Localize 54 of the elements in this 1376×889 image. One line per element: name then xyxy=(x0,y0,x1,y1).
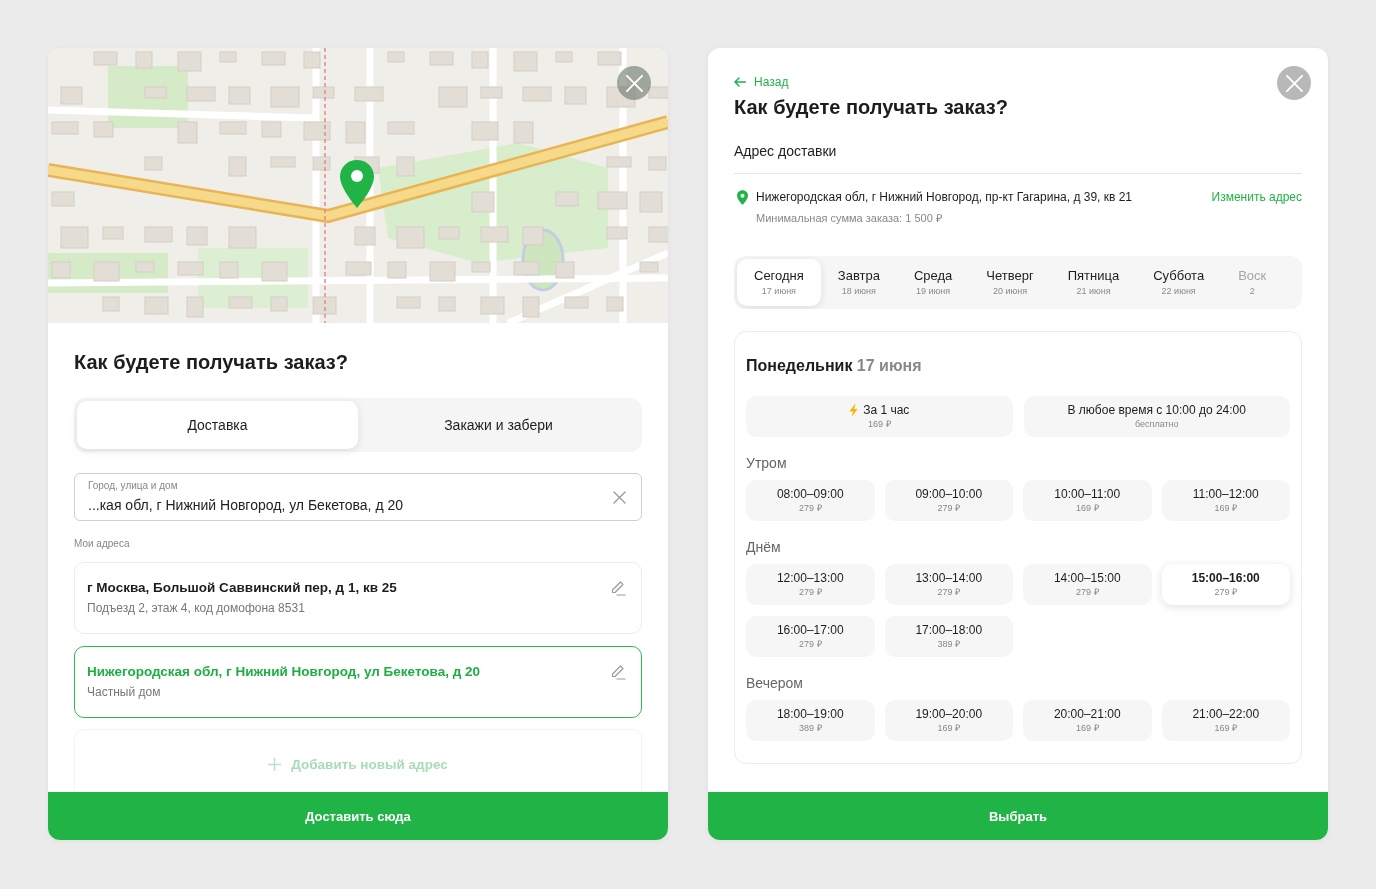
day-tab[interactable]: Сегодня 17 июня xyxy=(737,259,821,306)
time-slot-button[interactable]: 08:00–09:00 279 ₽ xyxy=(746,480,875,521)
plus-icon xyxy=(268,758,282,771)
period-label: Днём xyxy=(746,539,782,555)
day-tab[interactable]: Завтра 18 июня xyxy=(820,259,897,306)
close-icon xyxy=(1285,74,1303,92)
left-arrow-icon xyxy=(734,77,746,87)
pencil-icon[interactable] xyxy=(610,664,626,680)
section-label: Мои адреса xyxy=(74,538,130,550)
day-tab[interactable]: Четверг 20 июня xyxy=(969,259,1051,306)
delivery-mode-tab[interactable]: Закажи и забери xyxy=(358,401,639,449)
map-pin-icon xyxy=(340,160,374,208)
time-slot-button[interactable]: 18:00–19:00 389 ₽ xyxy=(746,700,875,741)
delivery-address: Нижегородская обл, г Нижний Новгород, пр-кт Гагарина, д 39, кв 21 xyxy=(756,189,1134,206)
close-icon xyxy=(625,74,643,92)
address-field[interactable]: Город, улица и дом ...кая обл, г Нижний Новгород, ул Бекетова, д 20 xyxy=(74,473,642,521)
address-note: Частный дом xyxy=(87,684,161,700)
delivery-option-button[interactable]: За 1 час 169 ₽ xyxy=(746,396,1013,437)
clear-icon[interactable] xyxy=(613,490,626,504)
add-address-label: Добавить новый адрес xyxy=(291,756,448,774)
pencil-icon[interactable] xyxy=(610,580,626,596)
address-title: Нижегородская обл, г Нижний Новгород, ул Бекетова, д 20 xyxy=(87,663,481,681)
location-pin-icon xyxy=(737,189,748,205)
time-slot-button[interactable]: 13:00–14:00 279 ₽ xyxy=(884,564,1013,605)
lightning-icon xyxy=(849,403,859,417)
period-label: Утром xyxy=(746,455,788,471)
dialog-title: Как будете получать заказ? xyxy=(74,350,349,374)
time-slot-button[interactable]: 21:00–22:00 169 ₽ xyxy=(1161,700,1290,741)
address-card[interactable]: г Москва, Большой Саввинский пер, д 1, кв 25 Подъезд 2, этаж 4, код домофона 8531 xyxy=(74,562,642,634)
time-slot-button[interactable]: 09:00–10:00 279 ₽ xyxy=(884,480,1013,521)
address-card[interactable]: Нижегородская обл, г Нижний Новгород, ул Бекетова, д 20 Частный дом xyxy=(74,646,642,718)
time-slot-button[interactable]: 10:00–11:00 169 ₽ xyxy=(1023,480,1152,521)
min-order-note: Минимальная сумма заказа: 1 500 ₽ xyxy=(756,211,942,226)
close-button[interactable] xyxy=(1277,66,1311,100)
schedule-heading: Понедельник 17 июня xyxy=(746,356,923,376)
delivery-mode-tab[interactable]: Доставка xyxy=(77,401,358,449)
time-slot-button[interactable]: 14:00–15:00 279 ₽ xyxy=(1023,564,1152,605)
time-slot-button[interactable]: 16:00–17:00 279 ₽ xyxy=(746,616,875,657)
time-slot-button[interactable]: 11:00–12:00 169 ₽ xyxy=(1161,480,1290,521)
time-slot-button[interactable]: 17:00–18:00 389 ₽ xyxy=(884,616,1013,657)
close-button[interactable] xyxy=(617,66,651,100)
day-tab[interactable]: Среда 19 июня xyxy=(896,259,970,306)
address-title: г Москва, Большой Саввинский пер, д 1, кв 25 xyxy=(87,579,397,597)
delivery-option-button[interactable]: В любое время с 10:00 до 24:00 бесплатно xyxy=(1023,396,1290,437)
time-slot-button[interactable]: 15:00–16:00 279 ₽ xyxy=(1161,564,1290,605)
time-slot-button[interactable]: 12:00–13:00 279 ₽ xyxy=(746,564,875,605)
address-note: Подъезд 2, этаж 4, код домофона 8531 xyxy=(87,600,305,616)
day-tab[interactable]: Пятница 21 июня xyxy=(1050,259,1137,306)
section-heading: Адрес доставки xyxy=(734,142,837,160)
time-slot-button[interactable]: 19:00–20:00 169 ₽ xyxy=(884,700,1013,741)
dialog-title: Как будете получать заказ? xyxy=(734,95,1009,119)
time-slot-button[interactable]: 20:00–21:00 169 ₽ xyxy=(1023,700,1152,741)
day-tab[interactable]: Суббота 22 июня xyxy=(1136,259,1222,306)
period-label: Вечером xyxy=(746,675,804,691)
